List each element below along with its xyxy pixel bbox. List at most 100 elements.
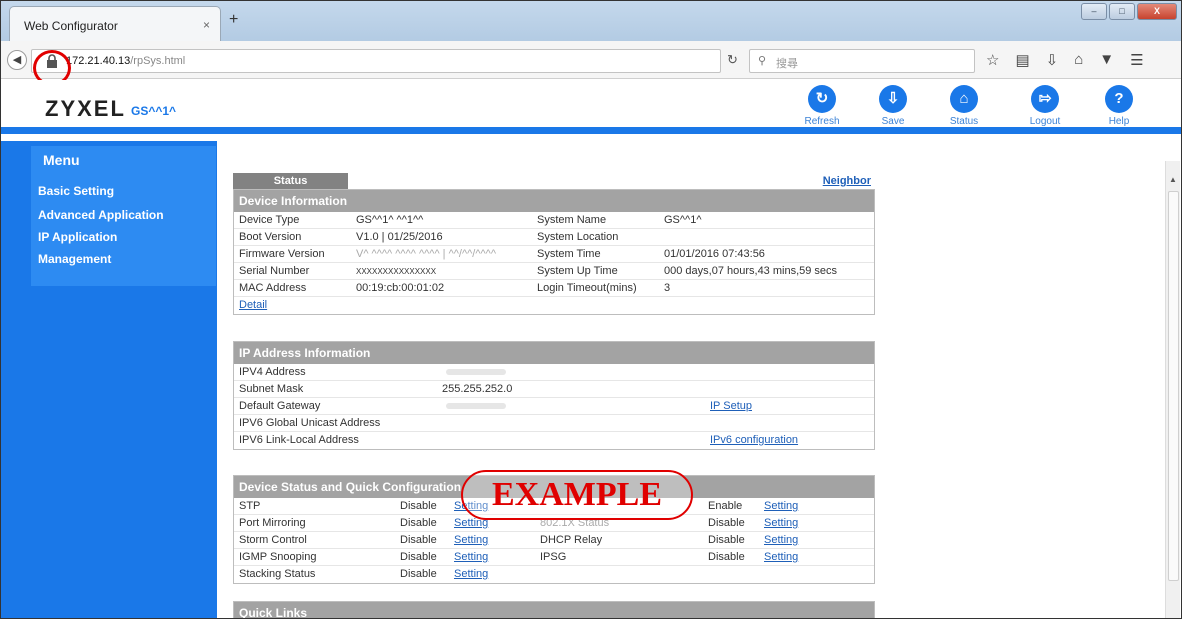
config-state: Disable [400,568,437,580]
panel-title: Quick Links [234,602,874,618]
ipv4-address-redacted [446,369,506,375]
back-button[interactable]: ◀ [7,50,27,70]
info-row: Serial Number XXXXXXXXXXXXXXX System Up … [234,263,874,280]
help-button[interactable]: ? Help [1089,85,1149,127]
logout-label: Logout [1029,116,1061,127]
boot-version-label: Boot Version [239,231,302,243]
system-name-value: GS^^1^ [664,214,702,226]
refresh-icon: ↻ [808,85,836,113]
mac-address-label: MAC Address [239,282,307,294]
browser-window: Web Configurator × + – □ X ◀ 172.21.40.1… [0,0,1182,619]
hamburger-menu-icon[interactable]: ☰ [1130,51,1143,69]
status-button[interactable]: ⌂ Status [934,85,994,127]
config-name: IGMP Snooping [239,551,317,563]
help-icon: ? [1105,85,1133,113]
config-row: IGMP Snooping Disable Setting IPSG Disab… [234,549,874,566]
setting-link[interactable]: Setting [764,517,798,529]
main-content: Status Neighbor Device Information Devic… [233,173,875,618]
navigation-bar: ◀ 172.21.40.13/rpSys.html ↻ ⚲ 搜尋 ☆ ▤ ⇩ ⌂… [1,41,1181,79]
minimize-button[interactable]: – [1081,3,1107,20]
device-information-panel: Device Information Device Type GS^^1^ ^^… [233,189,875,315]
sidebar: Menu Basic Setting Advanced Application … [1,141,217,618]
config-name: Port Mirroring [239,517,306,529]
subnet-mask-label: Subnet Mask [239,383,304,395]
tab-bar: Web Configurator × + – □ X [1,1,1181,41]
sidebar-item-ip-application[interactable]: IP Application [38,230,117,244]
config-state: Disable [708,551,745,563]
tab-close-icon[interactable]: × [203,18,210,32]
scrollbar-thumb[interactable] [1168,191,1179,581]
mac-address-value: 00:19:cb:00:01:02 [356,282,445,294]
window-controls: – □ X [1081,3,1177,20]
example-watermark-text: EXAMPLE [492,476,662,513]
home-icon[interactable]: ⌂ [1074,51,1083,69]
setting-link[interactable]: Setting [454,568,488,580]
model-name: GS^^1^ [131,104,177,118]
setting-link[interactable]: Setting [764,534,798,546]
search-icon: ⚲ [758,55,767,67]
search-box[interactable]: ⚲ 搜尋 [749,49,975,73]
firmware-version-value: V^ ^^^^ ^^^^ ^^^^ | ^^/^^/^^^^ [356,248,496,260]
scroll-up-icon[interactable]: ▲ [1169,175,1177,184]
config-row: Storm Control Disable Setting DHCP Relay… [234,532,874,549]
status-icon: ⌂ [950,85,978,113]
app-header: ZYXEL GS^^1^ ↻ Refresh ⇩ Save ⌂ Status ⇰… [1,80,1181,134]
serial-number-label: Serial Number [239,265,310,277]
sidebar-item-advanced-application[interactable]: Advanced Application [38,208,164,222]
ipv6-configuration-link[interactable]: IPv6 configuration [710,434,798,446]
device-type-label: Device Type [239,214,300,226]
setting-link[interactable]: Setting [764,500,798,512]
info-row: Subnet Mask 255.255.252.0 [234,381,874,398]
reload-icon[interactable]: ↻ [727,52,738,68]
search-placeholder: 搜尋 [776,58,798,70]
status-label: Status [949,116,979,127]
config-state: Disable [400,551,437,563]
logout-icon: ⇰ [1031,85,1059,113]
default-gateway-label: Default Gateway [239,400,321,412]
bookmark-star-icon[interactable]: ☆ [986,51,999,69]
setting-link[interactable]: Setting [454,551,488,563]
sidebar-item-management[interactable]: Management [38,252,111,266]
maximize-button[interactable]: □ [1109,3,1135,20]
example-watermark-stamp: EXAMPLE [461,470,693,520]
reading-list-icon[interactable]: ▤ [1015,51,1029,69]
url-text: 172.21.40.13/rpSys.html [66,55,185,67]
info-row: Firmware Version V^ ^^^^ ^^^^ ^^^^ | ^^/… [234,246,874,263]
logout-button[interactable]: ⇰ Logout [1015,85,1075,127]
menu-title: Menu [43,152,80,168]
address-bar[interactable]: 172.21.40.13/rpSys.html [31,49,721,73]
login-timeout-value: 3 [664,282,671,294]
browser-tab[interactable]: Web Configurator × [9,6,221,41]
setting-link[interactable]: Setting [764,551,798,563]
browser-toolbar-icons: ☆ ▤ ⇩ ⌂ ▼ ☰ [986,51,1144,69]
ipv6-global-label: IPV6 Global Unicast Address [239,417,381,429]
vertical-scrollbar[interactable]: ▲ [1165,161,1180,618]
panel-title: IP Address Information [234,342,874,364]
login-timeout-label: Login Timeout(mins) [537,282,637,294]
info-row: IPV6 Global Unicast Address [234,415,874,432]
sidebar-item-basic-setting[interactable]: Basic Setting [38,184,114,198]
save-button[interactable]: ⇩ Save [863,85,923,127]
close-window-button[interactable]: X [1137,3,1177,20]
pocket-icon[interactable]: ▼ [1099,51,1114,69]
neighbor-link[interactable]: Neighbor [823,175,871,187]
config-row: Stacking Status Disable Setting [234,566,874,583]
tab-status[interactable]: Status [233,173,348,189]
refresh-label: Refresh [804,116,840,127]
refresh-button[interactable]: ↻ Refresh [792,85,852,127]
sidebar-menu: Menu Basic Setting Advanced Application … [31,146,216,286]
url-host: 172.21.40.13 [66,55,131,67]
info-row: IPV4 Address [234,364,874,381]
new-tab-button[interactable]: + [229,11,238,29]
info-row: Boot Version V1.0 | 01/25/2016 System Lo… [234,229,874,246]
ip-setup-link[interactable]: IP Setup [710,400,752,412]
downloads-icon[interactable]: ⇩ [1046,51,1059,69]
setting-link[interactable]: Setting [454,534,488,546]
config-state: Disable [400,534,437,546]
detail-link[interactable]: Detail [239,299,267,311]
config-name: Stacking Status [239,568,316,580]
system-up-time-label: System Up Time [537,265,618,277]
config-name: IPSG [540,551,567,563]
serial-number-value: XXXXXXXXXXXXXXX [356,267,437,276]
url-path: /rpSys.html [130,55,186,67]
